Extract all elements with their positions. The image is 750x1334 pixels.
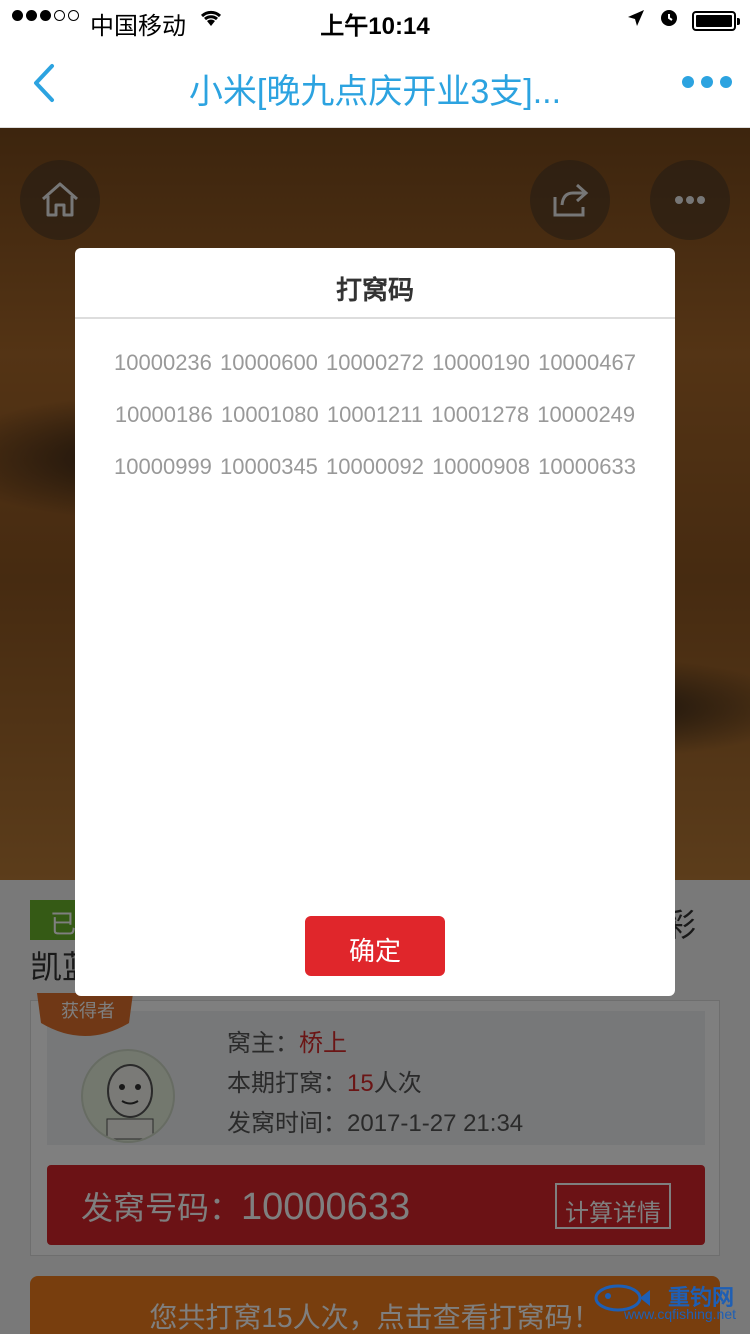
code-item: 10000999 — [114, 454, 212, 479]
code-item: 10000633 — [538, 454, 636, 479]
codes-list: 10000236 10000600 10000272 10000190 1000… — [75, 319, 675, 493]
confirm-button[interactable]: 确定 — [305, 916, 445, 976]
code-item: 10001211 — [326, 402, 424, 427]
page-title: 小米[晚九点庆开业3支]... — [188, 73, 562, 111]
code-item: 10000236 — [114, 350, 212, 375]
codes-dialog: 打窝码 10000236 10000600 10000272 10000190 … — [75, 248, 675, 996]
more-button[interactable] — [682, 76, 732, 88]
more-icon — [682, 76, 694, 88]
code-item: 10000467 — [538, 350, 636, 375]
alarm-icon — [658, 6, 680, 35]
code-item: 10000249 — [537, 402, 636, 427]
status-bar: 中国移动 上午10:14 — [0, 0, 750, 40]
back-icon — [34, 64, 54, 102]
code-item: 10000908 — [432, 454, 530, 479]
code-item: 10000190 — [432, 350, 530, 375]
code-item: 10001278 — [431, 402, 530, 427]
code-item: 10000092 — [326, 454, 424, 479]
navigation-bar: 小米[晚九点庆开业3支]... — [0, 40, 750, 128]
battery-icon — [692, 10, 740, 31]
watermark-logo: 重钓网 www.cqfishing.net — [592, 1270, 742, 1330]
code-item: 10000272 — [326, 350, 424, 375]
code-item: 10000345 — [220, 454, 318, 479]
code-item: 10000600 — [220, 350, 318, 375]
code-item: 10001080 — [220, 402, 319, 427]
dialog-title: 打窝码 — [75, 248, 675, 319]
watermark-url: www.cqfishing.net — [623, 1306, 736, 1322]
location-icon — [626, 7, 646, 35]
back-button[interactable] — [24, 58, 74, 108]
code-item: 10000186 — [114, 402, 213, 427]
